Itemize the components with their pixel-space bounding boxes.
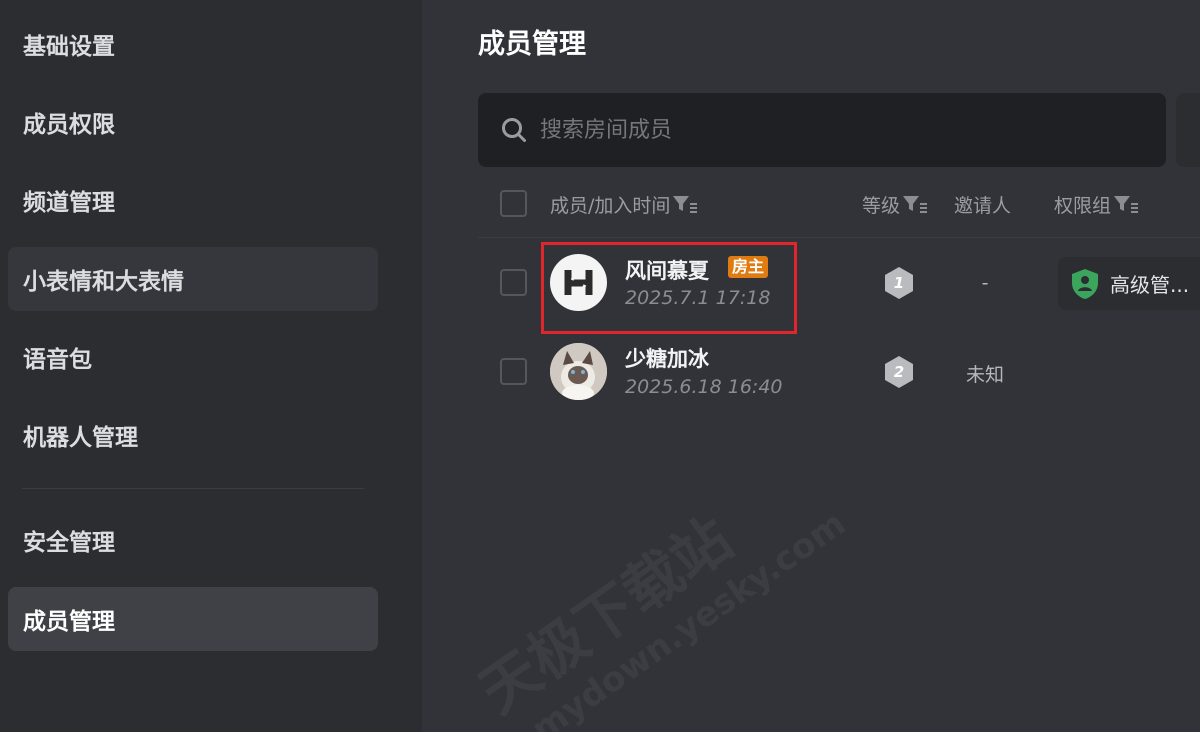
column-header-inviter: 邀请人 <box>954 191 1011 217</box>
column-header-role-label: 权限组 <box>1054 194 1112 217</box>
row-checkbox[interactable] <box>500 269 527 296</box>
sidebar-item-emojis-stickers[interactable]: 小表情和大表情 <box>8 247 378 311</box>
search-icon <box>502 118 526 142</box>
filter-icon[interactable] <box>672 194 698 214</box>
member-name[interactable]: 少糖加冰 <box>625 343 709 373</box>
sidebar-item-bot-management[interactable]: 机器人管理 <box>8 403 378 467</box>
level-value: 1 <box>893 274 905 292</box>
table-header-divider <box>478 237 1200 238</box>
select-all-checkbox[interactable] <box>500 190 527 217</box>
column-header-member-label: 成员/加入时间 <box>550 194 671 217</box>
level-value: 2 <box>893 363 905 381</box>
column-header-member: 成员/加入时间 <box>550 191 698 217</box>
inviter: 未知 <box>965 364 1004 386</box>
filter-icon[interactable] <box>1113 194 1139 214</box>
column-header-inviter-label: 邀请人 <box>954 194 1012 217</box>
role-chip[interactable]: 高级管... <box>1058 257 1200 310</box>
side-action-button[interactable] <box>1176 93 1200 167</box>
search-input[interactable] <box>540 117 1140 143</box>
sidebar-divider <box>22 488 364 489</box>
sidebar-item-member-management[interactable]: 成员管理 <box>8 587 378 651</box>
join-time: 2025.6.18 16:40 <box>625 376 783 398</box>
inviter: - <box>981 272 989 294</box>
filter-icon[interactable] <box>902 194 928 214</box>
search-bar[interactable] <box>478 93 1166 167</box>
settings-sidebar: 基础设置 成员权限 频道管理 小表情和大表情 语音包 机器人管理 安全管理 成员… <box>0 0 422 732</box>
page-title: 成员管理 <box>478 29 586 60</box>
sidebar-item-voice-pack[interactable]: 语音包 <box>8 325 378 389</box>
sidebar-item-security-management[interactable]: 安全管理 <box>8 508 378 572</box>
column-header-level-label: 等级 <box>862 194 901 217</box>
column-header-level: 等级 <box>862 191 928 217</box>
row-checkbox[interactable] <box>500 358 527 385</box>
sidebar-item-channel-management[interactable]: 频道管理 <box>8 168 378 232</box>
cat-avatar-icon <box>550 343 607 400</box>
sidebar-item-basic-settings[interactable]: 基础设置 <box>8 12 378 76</box>
column-header-role: 权限组 <box>1054 191 1139 217</box>
level-badge: 2 <box>882 355 916 389</box>
avatar[interactable] <box>550 343 607 400</box>
role-label: 高级管... <box>1110 273 1190 297</box>
shield-user-icon <box>1072 268 1098 299</box>
main-panel: 成员管理 成员/加入时间 等级 邀请人 权限组 <box>422 0 1200 732</box>
level-badge: 1 <box>882 266 916 300</box>
highlight-annotation <box>541 242 797 334</box>
sidebar-item-member-permissions[interactable]: 成员权限 <box>8 90 378 154</box>
